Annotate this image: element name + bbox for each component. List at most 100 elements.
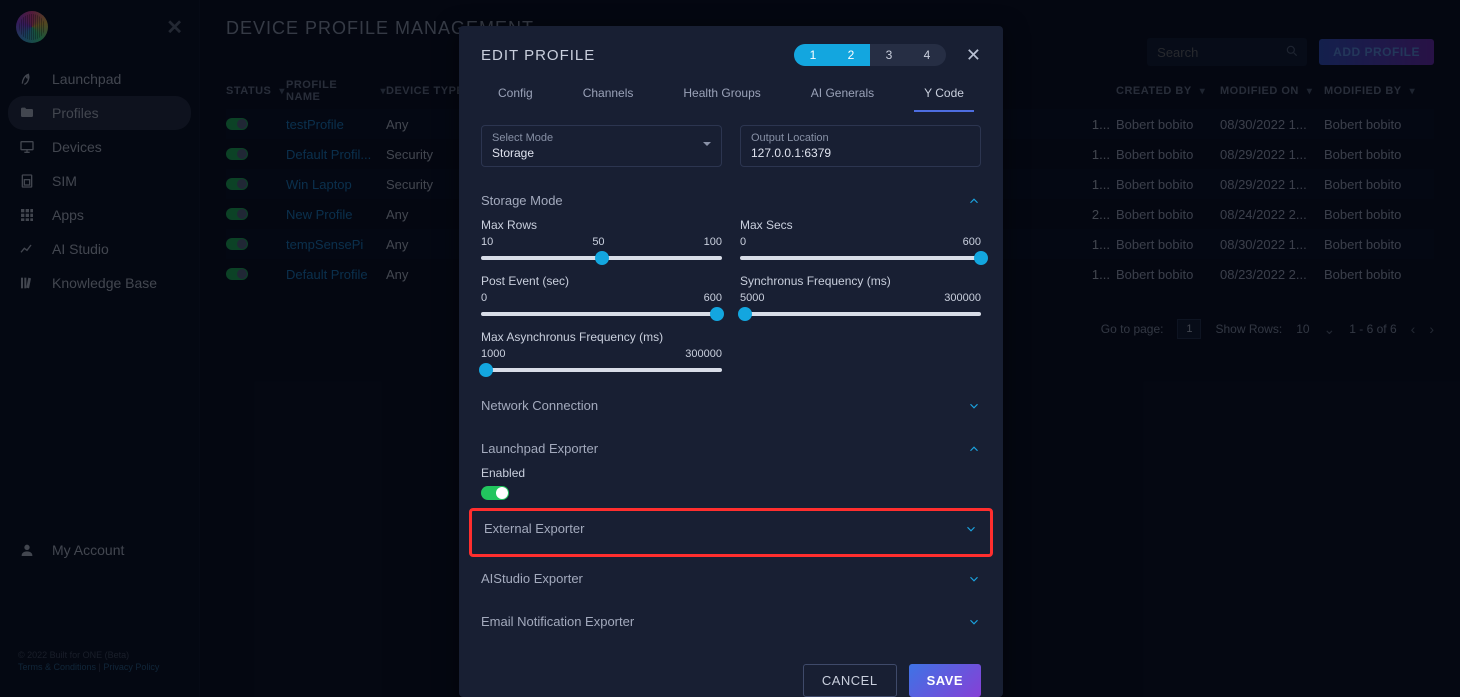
- tab-y-code[interactable]: Y Code: [914, 80, 974, 112]
- column-modified-on[interactable]: MODIFIED ON: [1220, 79, 1324, 103]
- tab-config[interactable]: Config: [488, 80, 543, 112]
- sidebar-item-apps[interactable]: Apps: [0, 198, 199, 232]
- row-modified-on: 08/29/2022 1...: [1220, 177, 1324, 192]
- terms-link[interactable]: Terms & Conditions: [18, 662, 96, 672]
- row-status-toggle[interactable]: [226, 208, 248, 220]
- slider-post-event[interactable]: Post Event (sec) 0600: [481, 274, 722, 324]
- logo-row: ✕: [0, 0, 199, 54]
- folder-icon: [18, 104, 36, 122]
- library-icon: [18, 274, 36, 292]
- row-modified-on: 08/24/2022 2...: [1220, 207, 1324, 222]
- modal-title: EDIT PROFILE: [481, 47, 595, 64]
- tab-health-groups[interactable]: Health Groups: [673, 80, 770, 112]
- show-rows-caret-icon[interactable]: ⌄: [1324, 321, 1336, 338]
- row-created-by: Bobert bobito: [1116, 267, 1220, 282]
- row-modified-by: Bobert bobito: [1324, 117, 1434, 132]
- rocket-icon: [18, 70, 36, 88]
- tab-ai-generals[interactable]: AI Generals: [801, 80, 884, 112]
- chevron-down-icon: [703, 142, 711, 146]
- sidebar-item-knowledgebase[interactable]: Knowledge Base: [0, 266, 199, 300]
- save-button[interactable]: SAVE: [909, 664, 981, 697]
- chevron-up-icon: [967, 442, 981, 456]
- enabled-label: Enabled: [481, 466, 981, 480]
- row-created-by: Bobert bobito: [1116, 237, 1220, 252]
- section-aistudio-exporter: AIStudio Exporter: [481, 561, 981, 596]
- sidebar-item-sim[interactable]: SIM: [0, 164, 199, 198]
- add-profile-button[interactable]: ADD PROFILE: [1319, 39, 1434, 65]
- sidebar-item-devices[interactable]: Devices: [0, 130, 199, 164]
- row-status-toggle[interactable]: [226, 118, 248, 130]
- row-created-by: Bobert bobito: [1116, 177, 1220, 192]
- step-1[interactable]: 1: [794, 44, 832, 66]
- tab-channels[interactable]: Channels: [573, 80, 644, 112]
- column-modified-by[interactable]: MODIFIED BY: [1324, 79, 1434, 103]
- footer-credits: © 2022 Built for ONE (Beta) Terms & Cond…: [18, 649, 181, 673]
- sidebar-item-aistudio[interactable]: AI Studio: [0, 232, 199, 266]
- sidebar-item-launchpad[interactable]: Launchpad: [0, 62, 199, 96]
- row-modified-by: Bobert bobito: [1324, 207, 1434, 222]
- select-mode-field[interactable]: Select Mode Storage: [481, 125, 722, 167]
- nav-label: AI Studio: [52, 241, 109, 257]
- nav-list: Launchpad Profiles Devices SIM Apps AI S…: [0, 54, 199, 529]
- row-modified-by: Bobert bobito: [1324, 147, 1434, 162]
- launchpad-enabled-toggle[interactable]: [481, 486, 509, 500]
- sidebar-collapse-button[interactable]: ✕: [166, 15, 183, 40]
- row-status-toggle[interactable]: [226, 238, 248, 250]
- row-status-toggle[interactable]: [226, 268, 248, 280]
- section-aistudio-exporter-header[interactable]: AIStudio Exporter: [481, 561, 981, 596]
- sidebar-item-account[interactable]: My Account: [18, 541, 181, 559]
- modal-tabs: Config Channels Health Groups AI General…: [459, 74, 1003, 113]
- section-external-exporter-header[interactable]: External Exporter: [484, 511, 978, 546]
- output-location-field[interactable]: Output Location 127.0.0.1:6379: [740, 125, 981, 167]
- copyright-text: © 2022 Built for ONE (Beta): [18, 649, 181, 661]
- row-created-by: Bobert bobito: [1116, 117, 1220, 132]
- section-email-exporter-header[interactable]: Email Notification Exporter: [481, 604, 981, 639]
- output-location-label: Output Location: [751, 132, 970, 144]
- row-profile-name[interactable]: testProfile: [286, 117, 386, 132]
- step-3[interactable]: 3: [870, 44, 908, 66]
- page-next-button[interactable]: ›: [1429, 321, 1434, 337]
- app-logo-icon: [16, 11, 48, 43]
- user-icon: [18, 541, 36, 559]
- modal-close-button[interactable]: ✕: [966, 45, 981, 66]
- section-launchpad-exporter-header[interactable]: Launchpad Exporter: [481, 431, 981, 466]
- sidebar-item-profiles[interactable]: Profiles: [8, 96, 191, 130]
- row-status-toggle[interactable]: [226, 178, 248, 190]
- section-network-connection-header[interactable]: Network Connection: [481, 388, 981, 423]
- goto-page-label: Go to page:: [1101, 322, 1164, 336]
- row-profile-name[interactable]: Default Profil...: [286, 147, 386, 162]
- slider-async-freq[interactable]: Max Asynchronus Frequency (ms) 100030000…: [481, 330, 722, 380]
- search-input[interactable]: [1147, 38, 1307, 66]
- goto-page-input[interactable]: [1177, 319, 1201, 339]
- column-created-by[interactable]: CREATED BY: [1116, 79, 1220, 103]
- page-range: 1 - 6 of 6: [1349, 322, 1396, 336]
- row-modified-on: 08/30/2022 1...: [1220, 237, 1324, 252]
- page-prev-button[interactable]: ‹: [1411, 321, 1416, 337]
- row-profile-name[interactable]: Win Laptop: [286, 177, 386, 192]
- slider-sync-freq[interactable]: Synchronus Frequency (ms) 5000300000: [740, 274, 981, 324]
- account-label: My Account: [52, 542, 124, 558]
- privacy-link[interactable]: Privacy Policy: [103, 662, 159, 672]
- section-network-connection: Network Connection: [481, 388, 981, 423]
- row-profile-name[interactable]: New Profile: [286, 207, 386, 222]
- step-2[interactable]: 2: [832, 44, 870, 66]
- step-4[interactable]: 4: [908, 44, 946, 66]
- row-status-toggle[interactable]: [226, 148, 248, 160]
- slider-max-secs[interactable]: Max Secs 0600: [740, 218, 981, 268]
- chevron-up-icon: [967, 194, 981, 208]
- row-profile-name[interactable]: tempSensePi: [286, 237, 386, 252]
- row-modified-by: Bobert bobito: [1324, 177, 1434, 192]
- column-status[interactable]: STATUS: [226, 79, 286, 103]
- search-icon: [1285, 44, 1299, 58]
- show-rows-value[interactable]: 10: [1296, 322, 1309, 336]
- step-indicator: 1 2 3 4: [794, 44, 946, 66]
- cancel-button[interactable]: CANCEL: [803, 664, 897, 697]
- column-profile-name[interactable]: PROFILE NAME: [286, 79, 386, 103]
- app-root: ✕ Launchpad Profiles Devices SIM Apps: [0, 0, 1460, 697]
- row-profile-name[interactable]: Default Profile: [286, 267, 386, 282]
- show-rows-label: Show Rows:: [1215, 322, 1282, 336]
- chevron-down-icon: [964, 522, 978, 536]
- launchpad-enabled-row: Enabled: [481, 466, 981, 500]
- section-storage-mode-header[interactable]: Storage Mode: [481, 183, 981, 218]
- slider-max-rows[interactable]: Max Rows 1050100: [481, 218, 722, 268]
